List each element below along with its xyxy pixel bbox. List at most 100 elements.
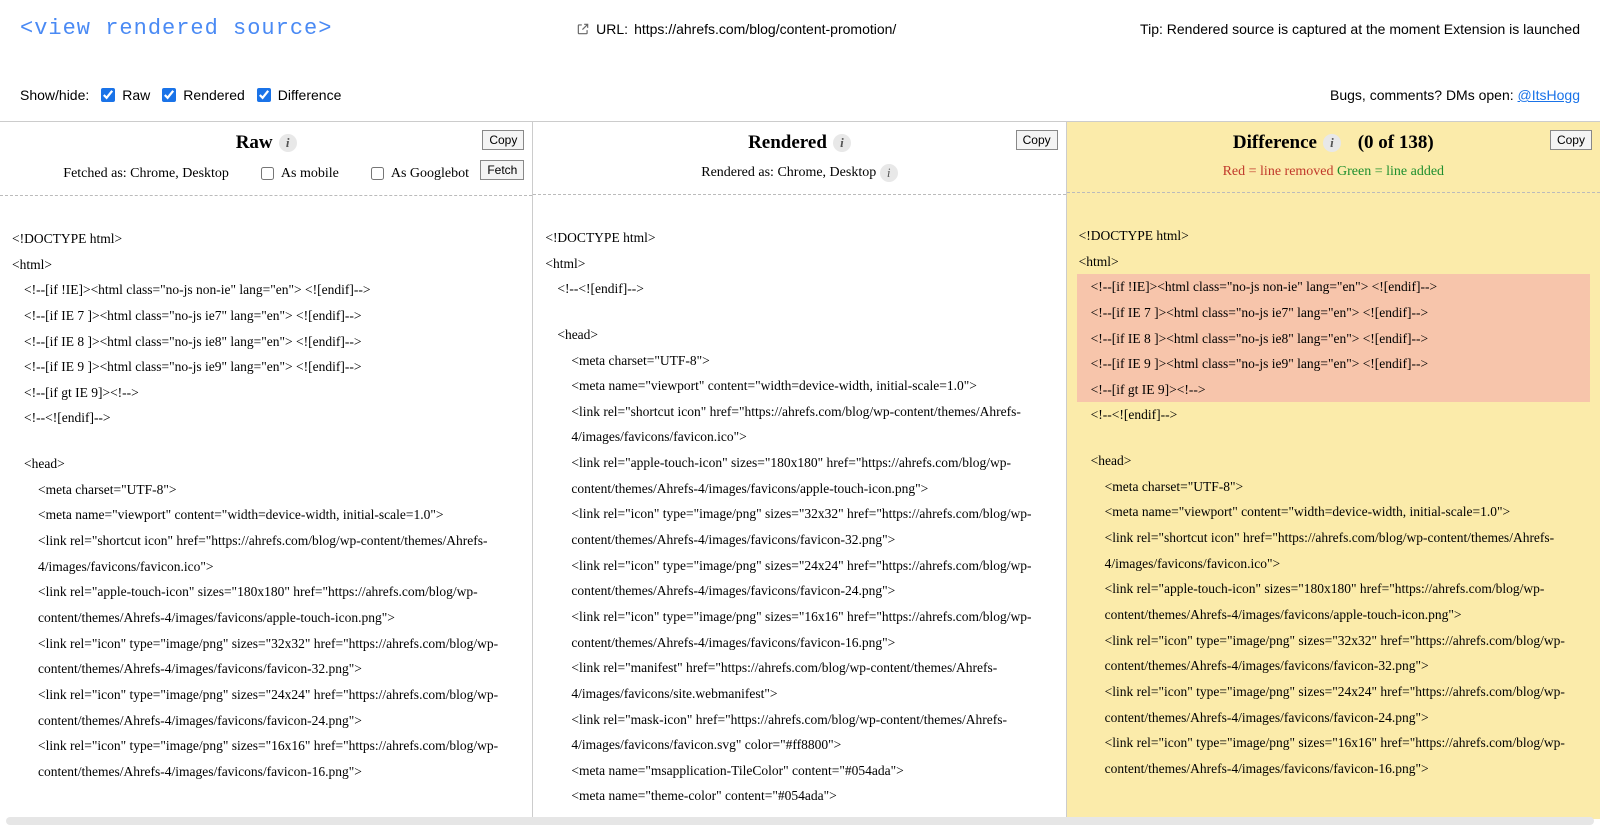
toggle-raw-label: Raw — [122, 87, 150, 103]
code-line[interactable]: <!--<![endif]--> — [10, 405, 522, 431]
raw-fetched-as: Fetched as: Chrome, Desktop — [63, 166, 229, 182]
code-line[interactable]: <link rel="icon" type="image/png" sizes=… — [543, 501, 1055, 552]
code-line[interactable]: <meta name="viewport" content="width=dev… — [10, 502, 522, 528]
code-line[interactable]: <!--<![endif]--> — [543, 276, 1055, 302]
toggle-raw[interactable]: Raw — [97, 85, 150, 105]
code-line[interactable]: <!--[if IE 7 ]><html class="no-js ie7" l… — [1077, 300, 1590, 326]
code-line[interactable]: <!--[if IE 9 ]><html class="no-js ie9" l… — [10, 354, 522, 380]
raw-code[interactable]: <!DOCTYPE html><html><!--[if !IE]><html … — [0, 196, 532, 794]
legend-removed: Red = line removed — [1223, 164, 1334, 179]
as-mobile-checkbox[interactable] — [261, 167, 274, 180]
code-line[interactable]: <meta name="theme-color" content="#054ad… — [543, 783, 1055, 809]
code-line[interactable]: <link rel="icon" type="image/png" sizes=… — [1077, 628, 1590, 679]
code-line[interactable]: <meta name="viewport" content="width=dev… — [1077, 499, 1590, 525]
code-line[interactable]: <head> — [10, 451, 522, 477]
code-line[interactable]: <link rel="shortcut icon" href="https://… — [543, 399, 1055, 450]
code-line[interactable]: <meta name="msapplication-TileColor" con… — [543, 758, 1055, 784]
column-raw: Raw i Copy Fetched as: Chrome, Desktop A… — [0, 122, 533, 819]
toggle-difference-checkbox[interactable] — [257, 88, 271, 102]
code-line[interactable]: <head> — [1077, 448, 1590, 474]
code-line[interactable]: <!--[if gt IE 9]><!--> — [10, 380, 522, 406]
code-line[interactable]: <!--<![endif]--> — [1077, 402, 1590, 428]
code-line[interactable]: <meta charset="UTF-8"> — [10, 477, 522, 503]
code-line[interactable]: <!--[if !IE]><html class="no-js non-ie" … — [1077, 274, 1590, 300]
fetch-button[interactable]: Fetch — [480, 160, 524, 180]
code-line[interactable]: <!--[if gt IE 9]><!--> — [1077, 377, 1590, 403]
as-googlebot-label: As Googlebot — [391, 166, 469, 182]
code-line[interactable] — [543, 302, 1055, 322]
tip-text: Tip: Rendered source is captured at the … — [1140, 21, 1580, 37]
code-line[interactable]: <link rel="icon" type="image/png" sizes=… — [10, 631, 522, 682]
code-line[interactable]: <link rel="apple-touch-icon" sizes="180x… — [10, 579, 522, 630]
difference-legend: Red = line removed Green = line added — [1067, 160, 1600, 193]
code-line[interactable]: <link rel="icon" type="image/png" sizes=… — [10, 733, 522, 784]
columns: Raw i Copy Fetched as: Chrome, Desktop A… — [0, 122, 1600, 819]
as-mobile-option[interactable]: As mobile — [257, 164, 339, 183]
toggle-difference-label: Difference — [278, 87, 342, 103]
difference-header: Difference i (0 of 138) Copy — [1067, 122, 1600, 160]
code-line[interactable]: <link rel="icon" type="image/png" sizes=… — [1077, 679, 1590, 730]
code-line[interactable]: <link rel="apple-touch-icon" sizes="180x… — [543, 450, 1055, 501]
code-line[interactable]: <link rel="manifest" href="https://ahref… — [543, 655, 1055, 706]
copy-difference-button[interactable]: Copy — [1550, 130, 1592, 150]
code-line[interactable]: <link rel="icon" type="image/png" sizes=… — [1077, 730, 1590, 781]
show-hide-label: Show/hide: — [20, 87, 89, 103]
difference-title: Difference — [1233, 132, 1317, 154]
code-line[interactable]: <!--[if IE 9 ]><html class="no-js ie9" l… — [1077, 351, 1590, 377]
code-line[interactable]: <meta charset="UTF-8"> — [1077, 474, 1590, 500]
code-line[interactable]: <link rel="icon" type="image/png" sizes=… — [543, 604, 1055, 655]
rendered-code[interactable]: <!DOCTYPE html><html><!--<![endif]--> <he… — [533, 195, 1065, 819]
code-line[interactable]: <html> — [1077, 249, 1590, 275]
code-line[interactable]: <link rel="shortcut icon" href="https://… — [1077, 525, 1590, 576]
code-line[interactable]: <html> — [543, 251, 1055, 277]
raw-title: Raw — [236, 132, 273, 154]
code-line[interactable]: <html> — [10, 252, 522, 278]
as-googlebot-option[interactable]: As Googlebot — [367, 164, 469, 183]
toggle-rendered-checkbox[interactable] — [162, 88, 176, 102]
header: <view rendered source> URL: https://ahre… — [0, 0, 1600, 47]
code-line[interactable]: <!DOCTYPE html> — [10, 226, 522, 252]
rendered-header: Rendered i Copy — [533, 122, 1065, 160]
feedback: Bugs, comments? DMs open: @ItsHogg — [1330, 87, 1580, 103]
code-line[interactable]: <head> — [543, 322, 1055, 348]
code-line[interactable]: <link rel="shortcut icon" href="https://… — [10, 528, 522, 579]
code-line[interactable]: <!--[if IE 8 ]><html class="no-js ie8" l… — [1077, 326, 1590, 352]
legend-added: Green = line added — [1337, 164, 1444, 179]
info-icon[interactable]: i — [880, 164, 898, 182]
feedback-link[interactable]: @ItsHogg — [1518, 87, 1580, 103]
as-mobile-label: As mobile — [281, 166, 339, 182]
external-link-icon — [576, 22, 590, 36]
code-line[interactable]: <link rel="apple-touch-icon" sizes="180x… — [1077, 576, 1590, 627]
difference-code[interactable]: <!DOCTYPE html><html><!--[if !IE]><html … — [1067, 193, 1600, 791]
toolbar: Show/hide: Raw Rendered Difference Bugs,… — [0, 47, 1600, 122]
code-line[interactable] — [10, 431, 522, 451]
rendered-as: Rendered as: Chrome, Desktop — [701, 165, 876, 180]
toggle-difference[interactable]: Difference — [253, 85, 342, 105]
copy-raw-button[interactable]: Copy — [482, 130, 524, 150]
code-line[interactable]: <!--[if IE 7 ]><html class="no-js ie7" l… — [10, 303, 522, 329]
code-line[interactable]: <!--[if IE 8 ]><html class="no-js ie8" l… — [10, 329, 522, 355]
code-line[interactable]: <link rel="icon" type="image/png" sizes=… — [543, 553, 1055, 604]
feedback-text: Bugs, comments? DMs open: — [1330, 87, 1518, 103]
code-line[interactable]: <meta charset="UTF-8"> — [543, 348, 1055, 374]
code-line[interactable] — [1077, 428, 1590, 448]
toggle-raw-checkbox[interactable] — [101, 88, 115, 102]
code-line[interactable]: <!DOCTYPE html> — [1077, 223, 1590, 249]
copy-rendered-button[interactable]: Copy — [1016, 130, 1058, 150]
info-icon[interactable]: i — [279, 134, 297, 152]
info-icon[interactable]: i — [1323, 134, 1341, 152]
as-googlebot-checkbox[interactable] — [371, 167, 384, 180]
code-line[interactable]: <link rel="icon" type="image/png" sizes=… — [10, 682, 522, 733]
code-line[interactable]: <!DOCTYPE html> — [543, 225, 1055, 251]
url-value: https://ahrefs.com/blog/content-promotio… — [634, 21, 896, 37]
code-line[interactable]: <meta name="viewport" content="width=dev… — [543, 373, 1055, 399]
code-line[interactable]: <link rel="mask-icon" href="https://ahre… — [543, 707, 1055, 758]
toggle-rendered[interactable]: Rendered — [158, 85, 245, 105]
toggle-rendered-label: Rendered — [183, 87, 245, 103]
column-difference: Difference i (0 of 138) Copy Red = line … — [1067, 122, 1600, 819]
url-label: URL: — [596, 21, 628, 37]
rendered-subheader: Rendered as: Chrome, Desktop i — [533, 160, 1065, 195]
horizontal-scrollbar[interactable] — [6, 817, 1594, 825]
info-icon[interactable]: i — [833, 134, 851, 152]
code-line[interactable]: <!--[if !IE]><html class="no-js non-ie" … — [10, 277, 522, 303]
